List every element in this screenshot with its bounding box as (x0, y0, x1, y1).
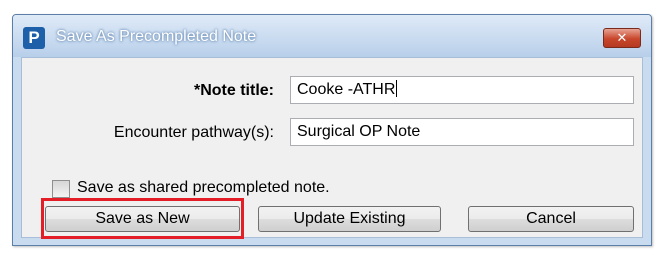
encounter-pathway-value: Surgical OP Note (297, 123, 421, 140)
shared-note-checkbox-label[interactable]: Save as shared precompleted note. (77, 179, 330, 197)
close-button[interactable]: ✕ (603, 28, 641, 48)
note-title-value: Cooke -ATHR (297, 81, 396, 98)
highlight-box (41, 198, 244, 239)
cancel-button[interactable]: Cancel (468, 206, 634, 232)
note-title-input[interactable]: Cooke -ATHR (290, 76, 634, 104)
save-precompleted-note-dialog: P Save As Precompleted Note ✕ *Note titl… (12, 14, 652, 246)
text-caret (396, 80, 398, 97)
app-logo-icon: P (23, 27, 45, 49)
dialog-title: Save As Precompleted Note (56, 28, 257, 45)
shared-note-checkbox[interactable] (52, 180, 70, 198)
close-icon: ✕ (616, 30, 628, 45)
dialog-body: *Note title: Cooke -ATHR Encounter pathw… (21, 57, 643, 239)
update-existing-button[interactable]: Update Existing (258, 206, 441, 232)
title-bar[interactable]: P Save As Precompleted Note ✕ (13, 15, 651, 57)
encounter-pathway-input[interactable]: Surgical OP Note (290, 118, 634, 146)
encounter-pathway-label: Encounter pathway(s): (113, 124, 274, 141)
note-title-label: *Note title: (194, 82, 274, 99)
